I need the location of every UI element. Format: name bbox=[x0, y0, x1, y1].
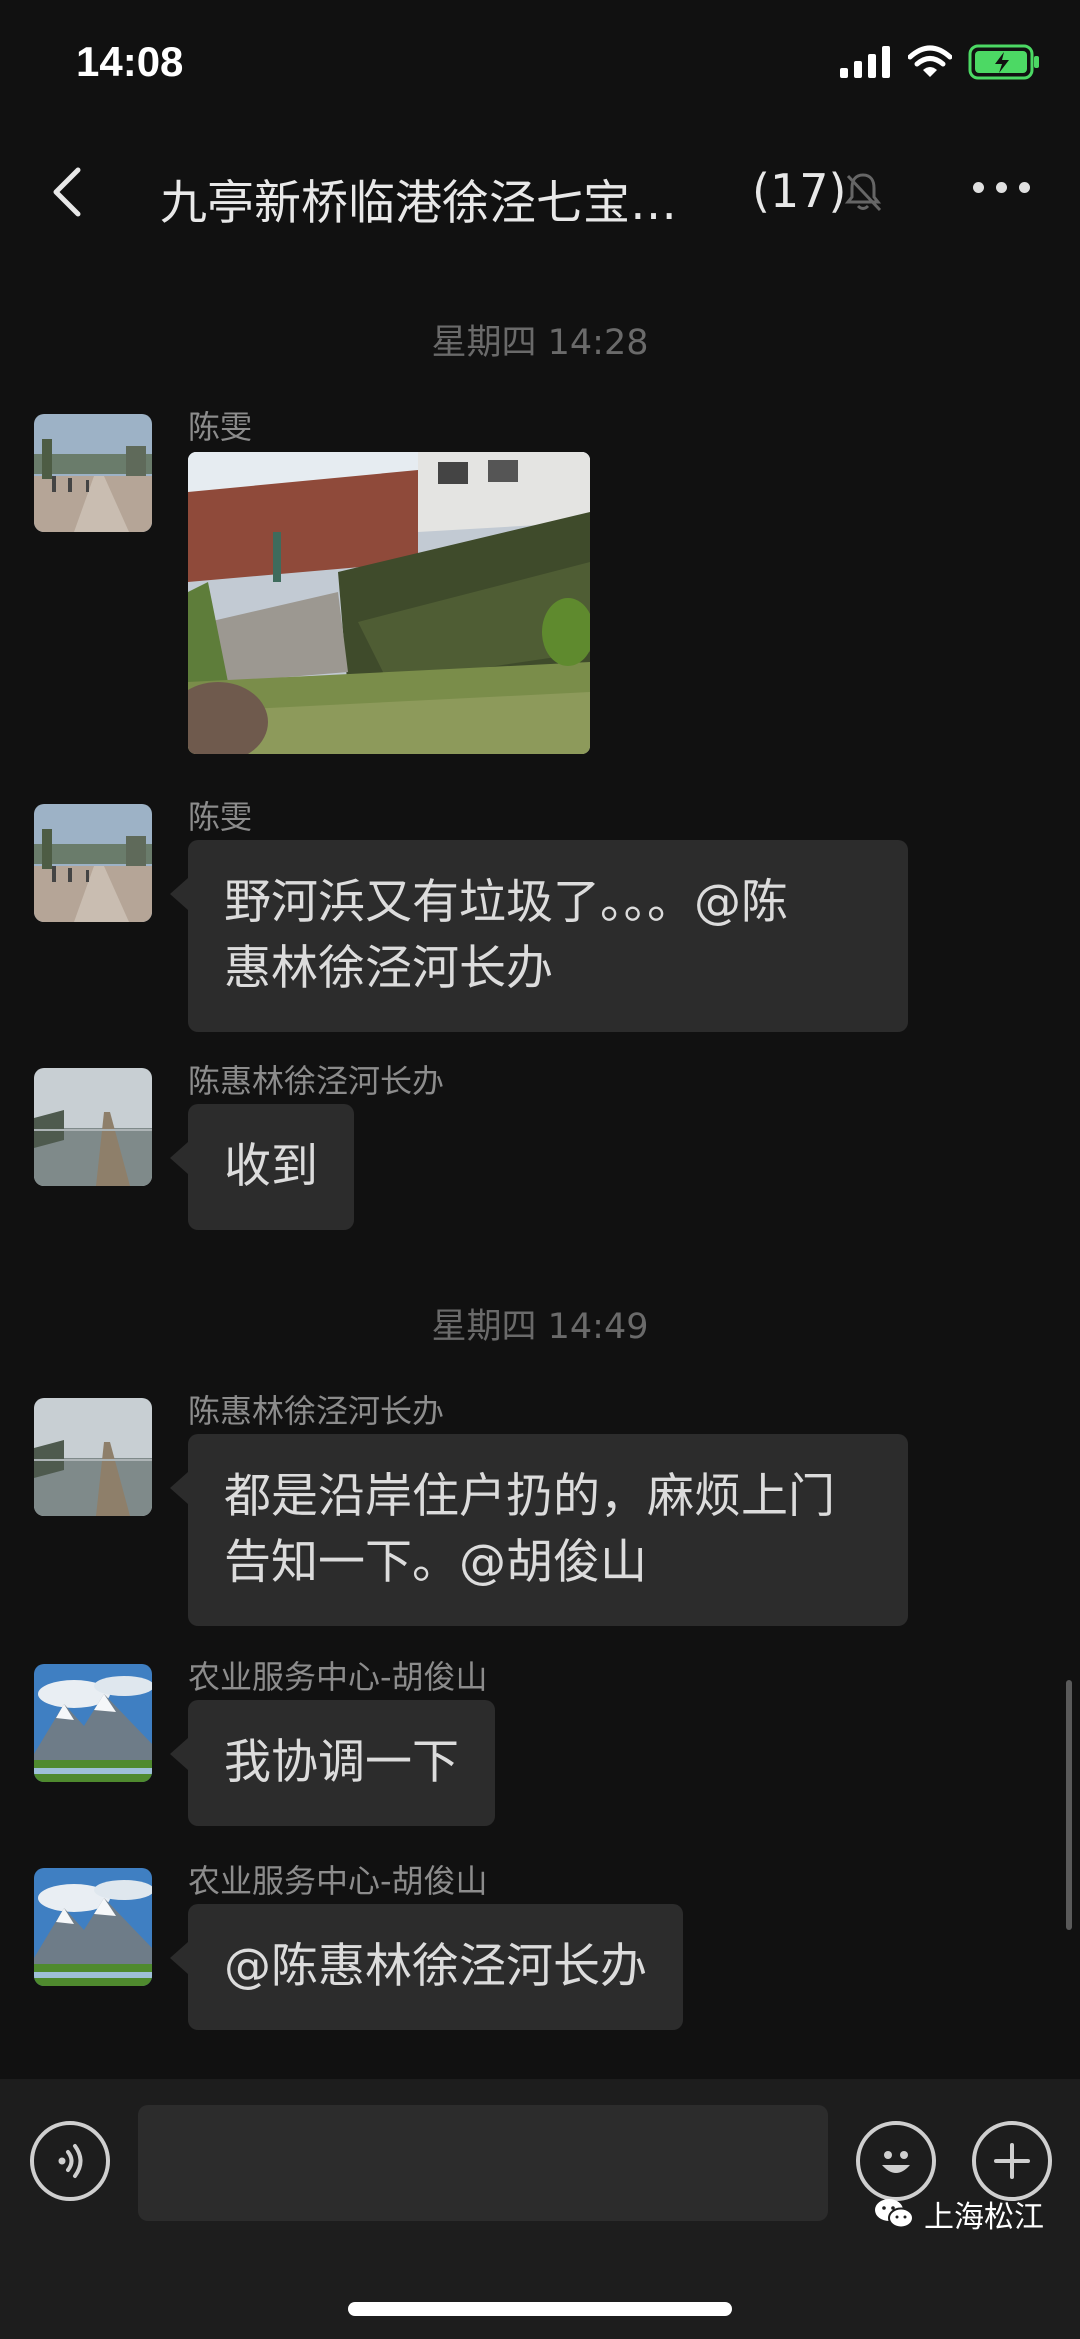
voice-icon bbox=[58, 2144, 83, 2178]
dot-icon bbox=[1019, 182, 1030, 193]
message-bubble[interactable]: 都是沿岸住户扔的，麻烦上门 告知一下。@胡俊山 bbox=[170, 1434, 908, 1626]
more-functions-button[interactable] bbox=[972, 2121, 1052, 2201]
status-time: 14:08 bbox=[76, 38, 184, 85]
back-icon[interactable] bbox=[40, 160, 100, 224]
pier-avatar-image bbox=[34, 1068, 152, 1186]
nav-bar: 九亭新桥临港徐泾七宝… (17) bbox=[0, 130, 1080, 254]
timestamp: 星期四 14:28 bbox=[431, 323, 649, 363]
mute-bell-icon bbox=[844, 173, 882, 212]
smiley-icon bbox=[882, 2151, 910, 2173]
message-input[interactable] bbox=[138, 2105, 828, 2221]
sender-name: 陈惠林徐泾河长办 bbox=[188, 1392, 445, 1430]
sender-name: 陈雯 bbox=[188, 798, 253, 836]
voice-button[interactable] bbox=[30, 2121, 110, 2201]
message-line: @陈惠林徐泾河长办 bbox=[224, 1939, 647, 1994]
avatar[interactable] bbox=[34, 804, 152, 922]
promenade-avatar-image bbox=[34, 804, 152, 922]
message-line: 惠林徐泾河长办 bbox=[224, 941, 553, 996]
river-photo-image bbox=[188, 452, 590, 754]
avatar[interactable] bbox=[34, 1068, 152, 1186]
message-line: 都是沿岸住户扔的，麻烦上门 bbox=[224, 1469, 835, 1524]
message-bubble[interactable]: 野河浜又有垃圾了。。。@陈 惠林徐泾河长办 bbox=[170, 840, 908, 1032]
plus-icon bbox=[994, 2143, 1030, 2179]
avatar[interactable] bbox=[34, 1664, 152, 1782]
avatar[interactable] bbox=[34, 1868, 152, 1986]
message-bubble[interactable]: 我协调一下 bbox=[170, 1700, 495, 1826]
mountain-avatar-image bbox=[34, 1664, 152, 1782]
message-line: 告知一下。@胡俊山 bbox=[224, 1535, 647, 1590]
dot-icon bbox=[973, 182, 984, 193]
message-line: 野河浜又有垃圾了。。。@陈 bbox=[224, 875, 788, 930]
mountain-avatar-image bbox=[34, 1868, 152, 1986]
emoji-button[interactable] bbox=[856, 2121, 936, 2201]
message-bubble[interactable]: @陈惠林徐泾河长办 bbox=[170, 1904, 683, 2030]
chat-title[interactable]: 九亭新桥临港徐泾七宝… bbox=[160, 164, 677, 233]
sender-name: 陈雯 bbox=[188, 408, 253, 446]
scrollbar[interactable] bbox=[1066, 1680, 1072, 1930]
message-bubble[interactable]: 收到 bbox=[170, 1104, 354, 1230]
status-bar: 14:08 bbox=[0, 0, 1080, 130]
home-indicator[interactable] bbox=[348, 2302, 732, 2316]
more-options-button[interactable] bbox=[973, 182, 1030, 193]
wechat-logo-icon bbox=[875, 2199, 914, 2229]
status-icons bbox=[840, 44, 1040, 80]
sender-name: 农业服务中心-胡俊山 bbox=[188, 1862, 488, 1900]
sender-name: 陈惠林徐泾河长办 bbox=[188, 1062, 445, 1100]
timestamp: 星期四 14:49 bbox=[431, 1307, 649, 1347]
pier-avatar-image bbox=[34, 1398, 152, 1516]
wifi-icon bbox=[908, 45, 952, 77]
avatar[interactable] bbox=[34, 1398, 152, 1516]
avatar[interactable] bbox=[34, 414, 152, 532]
message-line: 我协调一下 bbox=[224, 1735, 459, 1790]
promenade-avatar-image bbox=[34, 414, 152, 532]
dot-icon bbox=[996, 182, 1007, 193]
message-line: 收到 bbox=[224, 1139, 318, 1194]
battery-icon bbox=[968, 44, 1039, 80]
chat-area[interactable]: 星期四 14:28 陈雯 陈雯 野河浜又有垃圾了。。。@陈 惠林徐泾河长办 陈惠… bbox=[0, 254, 1080, 2079]
watermark: 上海松江 bbox=[874, 2192, 1044, 2236]
watermark-text: 上海松江 bbox=[924, 2200, 1044, 2235]
photo-message[interactable] bbox=[188, 452, 590, 754]
member-count: (17) bbox=[752, 164, 847, 218]
signal-icon bbox=[840, 46, 890, 78]
sender-name: 农业服务中心-胡俊山 bbox=[188, 1658, 488, 1696]
